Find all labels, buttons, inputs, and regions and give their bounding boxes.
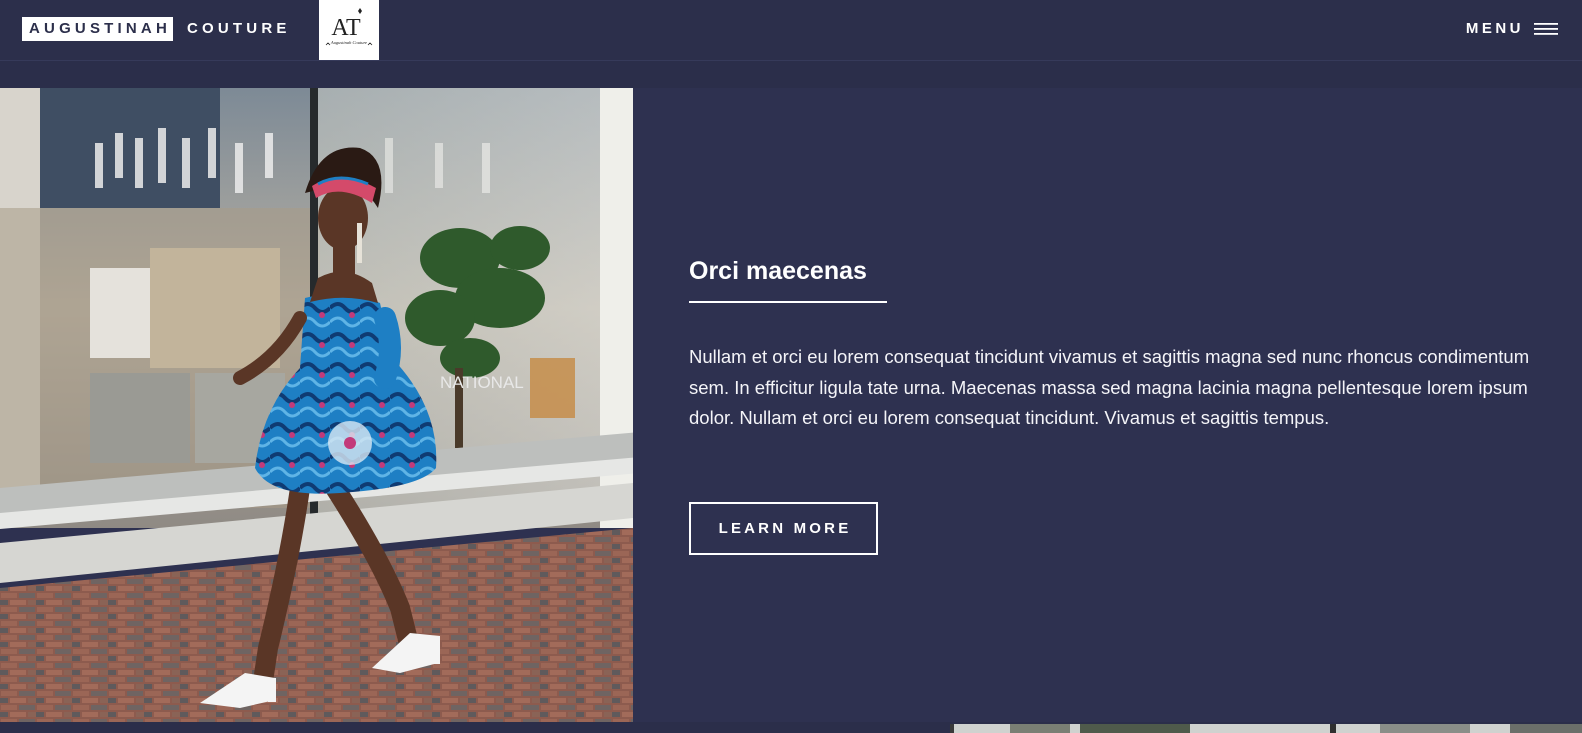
header-spacer xyxy=(0,61,1582,88)
brand-primary: AUGUSTINAH xyxy=(22,17,173,41)
storefront-sign-text: NATIONAL xyxy=(440,373,524,392)
next-photo-illustration xyxy=(950,724,1582,733)
logo-monogram-text: AT xyxy=(331,15,361,41)
menu-button[interactable]: MENU xyxy=(1466,17,1558,41)
next-section-image xyxy=(950,722,1582,733)
brand-logo-link[interactable]: AUGUSTINAH COUTURE xyxy=(22,17,291,41)
feature-section: Orci maecenas Nullam et orci eu lorem co… xyxy=(689,88,1549,722)
title-underline xyxy=(689,301,887,303)
hero-image: NATIONAL xyxy=(0,88,633,722)
monogram-logo-icon: AT Augustinah Couture xyxy=(325,8,373,46)
menu-label: MENU xyxy=(1465,20,1524,37)
hero-photo-illustration: NATIONAL xyxy=(0,88,633,722)
hamburger-icon xyxy=(1534,23,1558,35)
brand-secondary: COUTURE xyxy=(187,20,291,37)
feature-body: Nullam et orci eu lorem consequat tincid… xyxy=(689,346,1530,428)
logo-script-text: Augustinah Couture xyxy=(330,40,367,45)
feature-title: Orci maecenas xyxy=(689,257,867,285)
site-header: AUGUSTINAH COUTURE AT Augustinah Couture… xyxy=(0,0,1582,61)
monogram-logo[interactable]: AT Augustinah Couture xyxy=(319,0,379,60)
learn-more-button[interactable]: LEARN MORE xyxy=(689,502,878,555)
